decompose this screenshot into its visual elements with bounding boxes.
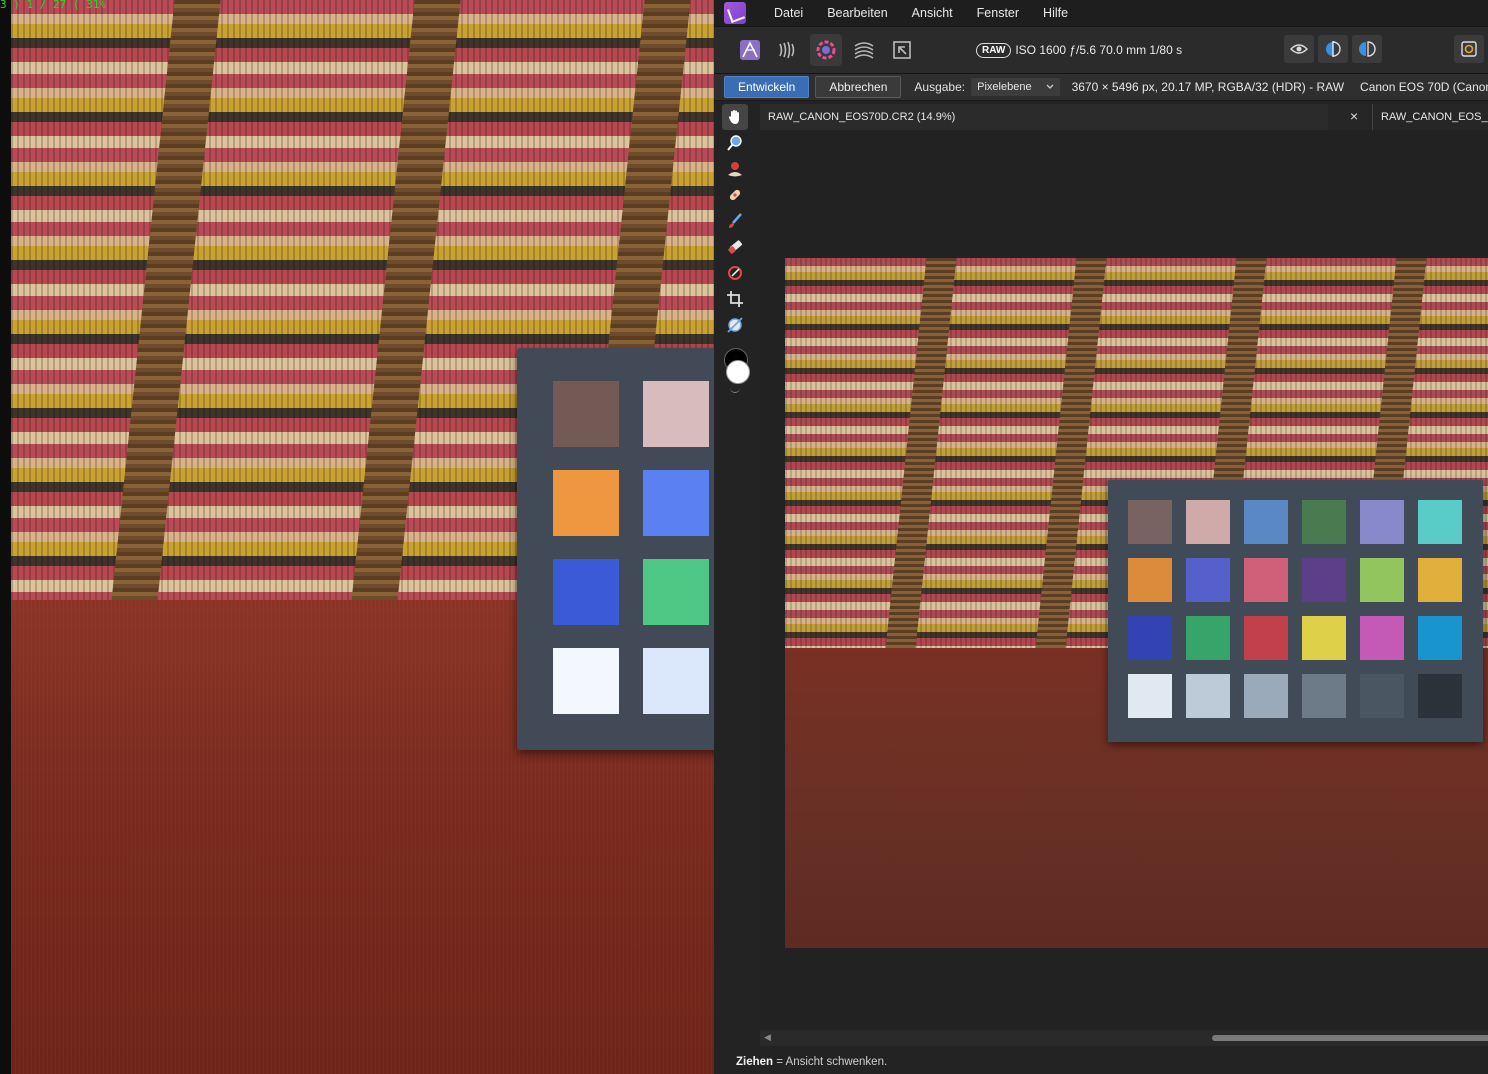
color-patch [1128,616,1172,660]
fabric-cord [107,0,221,640]
color-patch [643,470,709,536]
color-patch [1186,500,1230,544]
color-patch [1360,674,1404,718]
assistant-icon[interactable] [1454,35,1484,63]
color-patch [1302,558,1346,602]
white-balance-tool-icon[interactable] [722,312,748,338]
eraser-tool-icon[interactable] [722,234,748,260]
color-patch [1418,500,1462,544]
viewer-overlay-readout: 3 ) 1 / 27 ( 31% [0,0,106,11]
develop-persona-icon[interactable] [810,34,842,66]
gradient-tool-icon[interactable] [722,260,748,286]
mirror-view-icon[interactable] [1352,35,1382,63]
context-toolbar: Entwickeln Abbrechen Ausgabe: Pixelebene… [714,74,1488,101]
photo-persona-icon[interactable] [734,34,766,66]
color-patch [1418,558,1462,602]
fabric-cord [347,0,461,640]
menu-ansicht[interactable]: Ansicht [900,6,965,20]
crop-tool-icon[interactable] [722,286,748,312]
scroll-left-icon[interactable]: ◀ [764,1032,771,1043]
document-canvas[interactable] [760,130,1488,1030]
develop-button[interactable]: Entwickeln [724,76,810,98]
left-image-viewer: 3 ) 1 / 27 ( 31% [0,0,714,1074]
swap-colors-icon[interactable] [730,386,740,393]
color-patch [1186,616,1230,660]
affinity-photo-window: Datei Bearbeiten Ansicht Fenster Hilfe R… [714,0,1488,1074]
color-wells [722,348,750,400]
brush-tool-icon[interactable] [722,208,748,234]
fabric-cord [1033,258,1107,668]
export-persona-icon[interactable] [886,34,918,66]
color-patch [553,648,619,714]
split-view-icon[interactable] [1318,35,1348,63]
document-tabs: RAW_CANON_EOS70D.CR2 (14.9%) × RAW_CANON… [760,104,1488,130]
color-patch [1418,674,1462,718]
raw-badge: RAW [976,42,1012,58]
color-patch [1418,616,1462,660]
color-patch [1186,558,1230,602]
menu-bar: Datei Bearbeiten Ansicht Fenster Hilfe [714,0,1488,26]
color-patch [553,381,619,447]
color-patch [1128,674,1172,718]
color-patch [553,559,619,625]
output-select[interactable]: Pixelebene [971,78,1060,96]
color-patch [1302,500,1346,544]
fabric-cord [883,258,957,668]
color-checker-closeup [517,348,714,750]
persona-toolbar: RAW ISO 1600 ƒ/5.6 70.0 mm 1/80 s [714,26,1488,74]
color-patch [643,648,709,714]
color-checker-chart [1108,480,1483,742]
view-tools [1284,35,1382,63]
close-icon[interactable]: × [1350,108,1358,124]
blemish-tool-icon[interactable] [722,182,748,208]
horizontal-scrollbar[interactable]: ◀ [760,1030,1488,1046]
zoom-tool-icon[interactable] [722,130,748,156]
app-logo-icon [724,2,746,24]
menu-datei[interactable]: Datei [762,6,815,20]
hand-tool-icon[interactable] [722,104,748,130]
document-image[interactable] [785,258,1488,948]
menu-hilfe[interactable]: Hilfe [1031,6,1080,20]
color-patch [643,381,709,447]
status-bar: Ziehen = Ansicht schwenken. [714,1050,1488,1074]
status-text: = Ansicht schwenken. [773,1056,888,1068]
tab-raw-canon-eos70d[interactable]: RAW_CANON_EOS70D.CR2 (14.9%) [760,104,1328,130]
color-patch [1186,674,1230,718]
color-patch [1360,616,1404,660]
color-patch [643,559,709,625]
menu-fenster[interactable]: Fenster [965,6,1031,20]
color-patch [1128,558,1172,602]
menu-bearbeiten[interactable]: Bearbeiten [815,6,899,20]
liquify-persona-icon[interactable] [772,34,804,66]
color-patch [1244,616,1288,660]
status-key: Ziehen [736,1056,774,1068]
color-patch [1360,558,1404,602]
color-patch [1302,674,1346,718]
color-patch [1244,500,1288,544]
output-select-value: Pixelebene [977,81,1032,93]
color-patch [1360,500,1404,544]
eye-icon[interactable] [1284,35,1314,63]
color-patch [1244,558,1288,602]
chevron-down-icon [1046,84,1054,89]
red-eye-tool-icon[interactable] [722,156,748,182]
tone-mapping-persona-icon[interactable] [848,34,880,66]
scrollbar-thumb[interactable] [1212,1035,1488,1041]
color-patch [1302,616,1346,660]
camera-info: Canon EOS 70D (Canon EF 4 [1360,80,1488,94]
image-info: 3670 × 5496 px, 20.17 MP, RGBA/32 (HDR) … [1071,80,1345,94]
exif-info: ISO 1600 ƒ/5.6 70.0 mm 1/80 s [1015,43,1183,57]
viewer-left-edge [0,0,11,1074]
tools-panel [722,104,750,400]
color-patch [1244,674,1288,718]
tab-raw-canon-eos-1dx[interactable]: RAW_CANON_EOS_1DX.CR2 (19 [1372,104,1488,130]
color-patch [1128,500,1172,544]
color-patch [553,470,619,536]
output-label: Ausgabe: [914,80,966,94]
primary-color-well[interactable] [726,360,750,384]
cancel-button[interactable]: Abbrechen [815,76,902,98]
